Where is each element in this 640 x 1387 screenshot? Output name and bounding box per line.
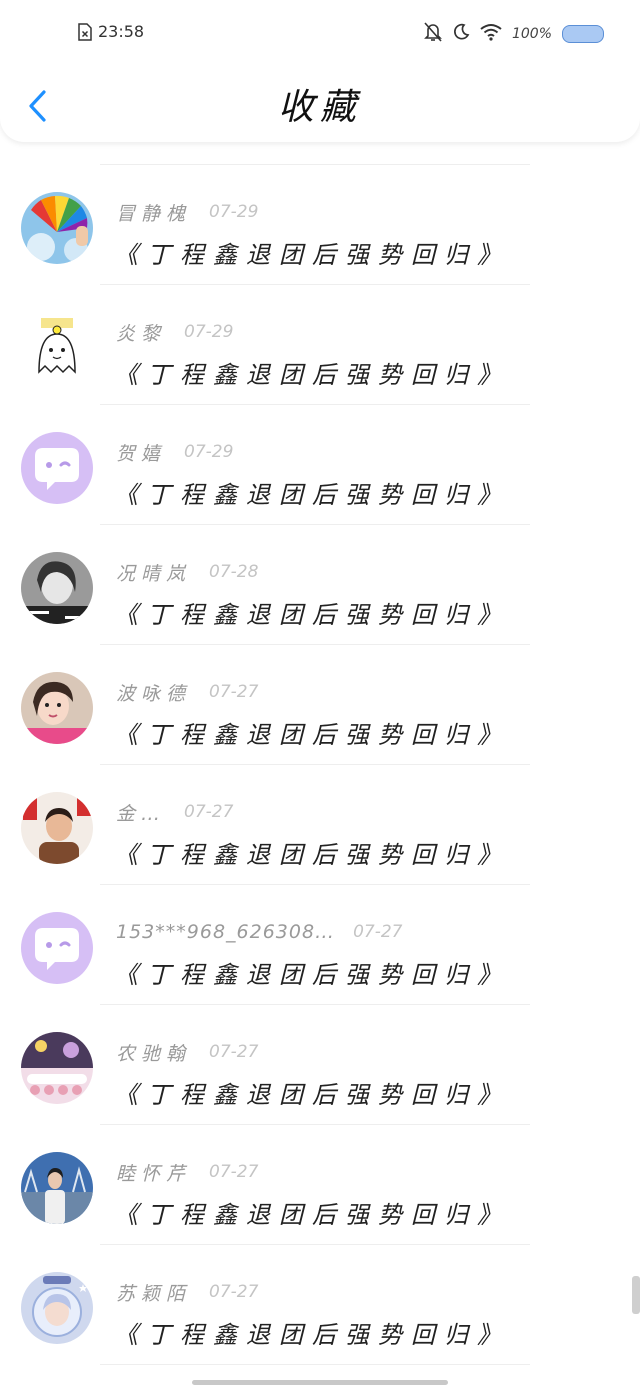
user-name: 波咏德 — [116, 682, 192, 705]
sim-none-icon — [78, 22, 92, 41]
avatar[interactable] — [21, 672, 93, 744]
avatar[interactable] — [21, 912, 93, 984]
favorite-title: 《丁程鑫退团后强势回归》 — [114, 1201, 510, 1229]
favorite-title: 《丁程鑫退团后强势回归》 — [114, 481, 510, 509]
favorite-title: 《丁程鑫退团后强势回归》 — [114, 601, 510, 629]
list-item[interactable]: 炎黎 07-29 《丁程鑫退团后强势回归》 — [0, 285, 640, 405]
page-title: 收藏 — [277, 87, 362, 128]
status-bar: 23:58 100% — [0, 0, 640, 68]
list-item[interactable]: 波咏德 07-27 《丁程鑫退团后强势回归》 — [0, 645, 640, 765]
header-bar: 23:58 100% 收藏 — [0, 0, 640, 142]
list-item[interactable]: 睦怀芹 07-27 《丁程鑫退团后强势回归》 — [0, 1125, 640, 1245]
wifi-icon — [480, 23, 502, 45]
list-item[interactable]: 153***968_626308… 07-27 《丁程鑫退团后强势回归》 — [0, 885, 640, 1005]
post-date: 07-27 — [184, 802, 234, 822]
status-time: 23:58 — [98, 22, 145, 41]
post-date: 07-29 — [209, 202, 259, 222]
post-date: 07-29 — [184, 442, 234, 462]
user-name: 炎黎 — [116, 322, 167, 345]
favorite-title: 《丁程鑫退团后强势回归》 — [114, 241, 510, 269]
post-date: 07-27 — [209, 1282, 259, 1302]
avatar[interactable] — [21, 792, 93, 864]
battery-icon — [562, 25, 604, 43]
user-name: 贺嬉 — [116, 442, 167, 465]
list-item[interactable]: 金… 07-27 《丁程鑫退团后强势回归》 — [0, 765, 640, 885]
user-name: 睦怀芹 — [116, 1162, 192, 1185]
post-date: 07-29 — [184, 322, 234, 342]
home-indicator[interactable] — [192, 1380, 448, 1385]
battery-percent: 100% — [511, 26, 552, 42]
user-name: 苏颖陌 — [116, 1282, 192, 1305]
avatar[interactable] — [21, 312, 93, 384]
post-date: 07-27 — [209, 682, 259, 702]
avatar[interactable] — [21, 1152, 93, 1224]
list-item[interactable]: 况晴岚 07-28 《丁程鑫退团后强势回归》 — [0, 525, 640, 645]
list-item[interactable]: 苏颖陌 07-27 《丁程鑫退团后强势回归》 — [0, 1245, 640, 1365]
avatar[interactable] — [21, 192, 93, 264]
favorite-title: 《丁程鑫退团后强势回归》 — [114, 721, 510, 749]
user-name: 农驰翰 — [116, 1042, 192, 1065]
list-item[interactable]: 农驰翰 07-27 《丁程鑫退团后强势回归》 — [0, 1005, 640, 1125]
user-name: 金… — [116, 802, 167, 825]
favorite-title: 《丁程鑫退团后强势回归》 — [114, 361, 510, 389]
favorite-title: 《丁程鑫退团后强势回归》 — [114, 961, 510, 989]
post-date: 07-27 — [209, 1042, 259, 1062]
favorite-title: 《丁程鑫退团后强势回归》 — [114, 1081, 510, 1109]
favorite-title: 《丁程鑫退团后强势回归》 — [114, 1321, 510, 1349]
avatar[interactable] — [21, 1272, 93, 1344]
user-name: 153***968_626308… — [116, 921, 336, 943]
post-date: 07-28 — [209, 562, 259, 582]
bell-off-icon — [424, 22, 442, 46]
post-date: 07-27 — [209, 1162, 259, 1182]
moon-icon — [452, 23, 470, 45]
list-item[interactable]: 贺嬉 07-29 《丁程鑫退团后强势回归》 — [0, 405, 640, 525]
avatar[interactable] — [21, 432, 93, 504]
post-date: 07-27 — [353, 922, 403, 942]
user-name: 况晴岚 — [116, 562, 192, 585]
scrollbar[interactable] — [632, 1276, 640, 1314]
list-item[interactable]: 冒静槐 07-29 《丁程鑫退团后强势回归》 — [0, 165, 640, 285]
avatar[interactable] — [21, 1032, 93, 1104]
favorite-title: 《丁程鑫退团后强势回归》 — [114, 841, 510, 869]
avatar[interactable] — [21, 552, 93, 624]
user-name: 冒静槐 — [116, 202, 192, 225]
